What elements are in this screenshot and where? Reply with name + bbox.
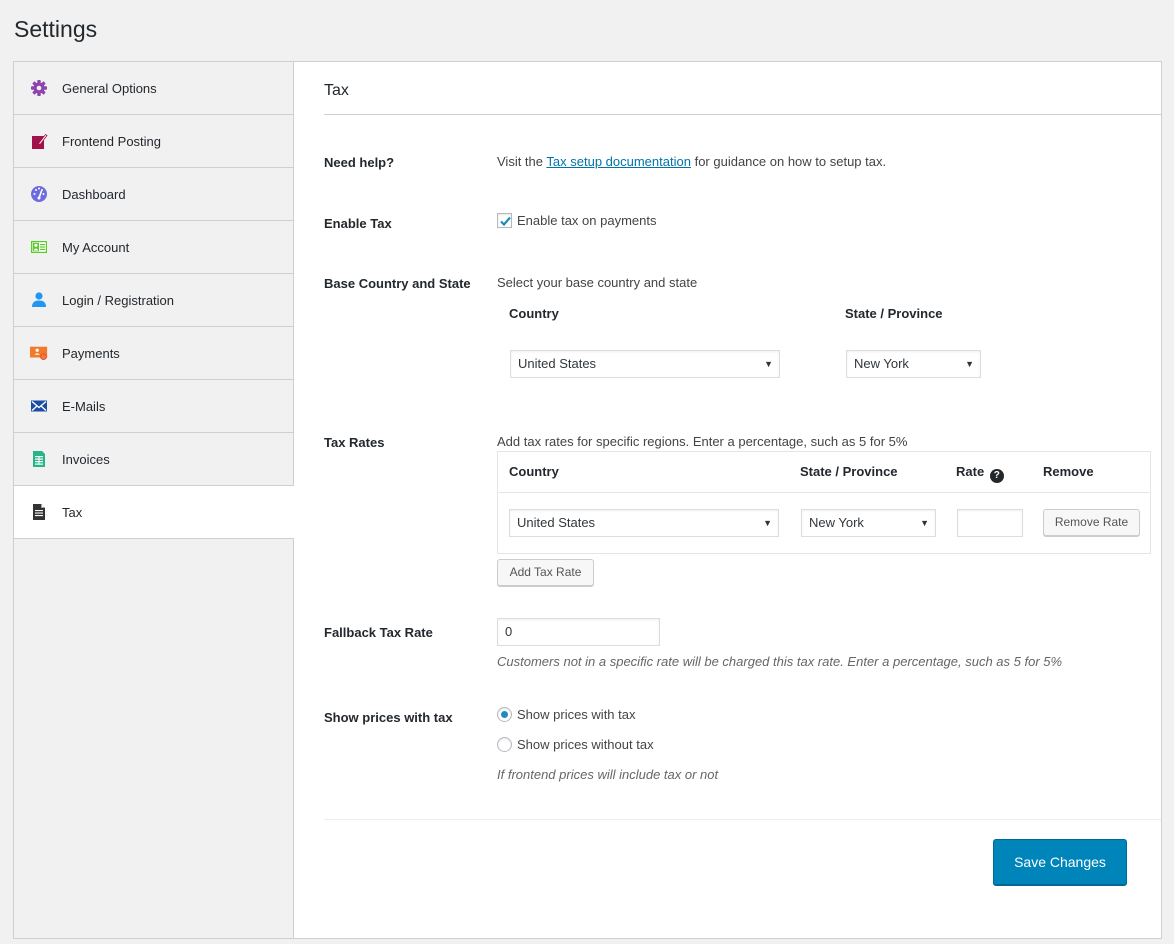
sidebar-item-label: E-Mails: [62, 398, 106, 414]
chevron-down-icon: ▼: [965, 359, 974, 369]
payment-icon: [30, 344, 48, 362]
checkmark-icon: [500, 216, 511, 227]
gear-icon: [30, 79, 48, 97]
tax-setup-documentation-link[interactable]: Tax setup documentation: [546, 154, 691, 169]
user-icon: [30, 291, 48, 309]
sidebar-item-general-options[interactable]: General Options: [14, 62, 293, 115]
rate-input[interactable]: [957, 509, 1023, 537]
need-help-prefix: Visit the: [497, 154, 544, 169]
divider: [324, 114, 1161, 115]
rate-state-value: New York: [809, 515, 864, 530]
sidebar-item-payments[interactable]: Payments: [14, 327, 293, 380]
enable-tax-option[interactable]: Enable tax on payments: [497, 213, 656, 228]
add-tax-rate-button[interactable]: Add Tax Rate: [497, 559, 594, 586]
sidebar-item-label: Dashboard: [62, 186, 126, 202]
show-prices-with-tax-option[interactable]: Show prices with tax: [497, 707, 636, 722]
sidebar-item-label: Payments: [62, 345, 120, 361]
sidebar-item-label: Invoices: [62, 451, 110, 467]
show-prices-without-tax-radio[interactable]: [497, 737, 512, 752]
invoice-icon: [30, 450, 48, 468]
need-help-label: Need help?: [324, 155, 395, 170]
sidebar-item-label: My Account: [62, 239, 130, 255]
fallback-tax-rate-input[interactable]: 0: [497, 618, 660, 646]
chevron-down-icon: ▼: [920, 518, 929, 528]
tax-rates-table: Country State / Province Rate ? Remove U…: [497, 451, 1151, 554]
sidebar-item-dashboard[interactable]: Dashboard: [14, 168, 293, 221]
rate-country-value: United States: [517, 515, 596, 530]
base-country-select[interactable]: United States ▼: [510, 350, 780, 378]
sidebar-item-label: Frontend Posting: [62, 133, 162, 149]
base-country-header: Country: [509, 306, 559, 321]
settings-panel: General Options Frontend Posting Dashboa…: [13, 61, 1162, 939]
base-state-value: New York: [854, 356, 909, 371]
enable-tax-checkbox-label: Enable tax on payments: [517, 213, 657, 228]
section-title: Tax: [324, 82, 349, 99]
column-header-country: Country: [509, 464, 559, 479]
sidebar-item-e-mails[interactable]: E-Mails: [14, 380, 293, 433]
enable-tax-checkbox[interactable]: [497, 213, 512, 228]
base-state-header: State / Province: [845, 306, 943, 321]
base-state-select[interactable]: New York ▼: [846, 350, 981, 378]
rate-header-text: Rate: [956, 464, 985, 479]
tax-rates-label: Tax Rates: [324, 435, 385, 450]
tax-rates-description: Add tax rates for specific regions. Ente…: [497, 434, 908, 449]
help-icon[interactable]: ?: [989, 469, 1004, 483]
show-prices-description: If frontend prices will include tax or n…: [497, 767, 719, 782]
page-title: Settings: [14, 16, 98, 42]
save-changes-button[interactable]: Save Changes: [993, 839, 1127, 885]
need-help-text: Visit the Tax setup documentation for gu…: [497, 154, 886, 169]
remove-rate-button[interactable]: Remove Rate: [1043, 509, 1140, 536]
envelope-icon: [30, 397, 48, 415]
need-help-suffix: for guidance on how to setup tax.: [694, 154, 887, 169]
column-header-state: State / Province: [800, 464, 898, 479]
chevron-down-icon: ▼: [764, 359, 773, 369]
sidebar-item-my-account[interactable]: My Account: [14, 221, 293, 274]
rate-state-select[interactable]: New York ▼: [801, 509, 936, 537]
radio-label: Show prices without tax: [517, 737, 654, 752]
sidebar-item-label: Tax: [62, 504, 83, 520]
id-card-icon: [30, 238, 48, 256]
tax-settings-content: Tax Need help? Visit the Tax setup docum…: [295, 62, 1161, 938]
settings-sidebar: General Options Frontend Posting Dashboa…: [14, 62, 294, 938]
base-country-value: United States: [518, 356, 597, 371]
show-prices-label: Show prices with tax: [324, 710, 453, 725]
base-country-label: Base Country and State: [324, 276, 471, 291]
column-header-rate: Rate ?: [956, 464, 1004, 483]
show-prices-with-tax-radio[interactable]: [497, 707, 512, 722]
sidebar-item-label: General Options: [62, 80, 157, 96]
radio-label: Show prices with tax: [517, 707, 636, 722]
sidebar-item-label: Login / Registration: [62, 292, 175, 308]
divider: [324, 819, 1161, 820]
rate-country-select[interactable]: United States ▼: [509, 509, 779, 537]
dashboard-gauge-icon: [30, 185, 48, 203]
column-header-remove: Remove: [1043, 464, 1094, 479]
document-icon: [30, 503, 48, 521]
edit-post-icon: [30, 132, 48, 150]
enable-tax-label: Enable Tax: [324, 216, 392, 231]
sidebar-item-tax[interactable]: Tax: [14, 486, 294, 539]
chevron-down-icon: ▼: [763, 518, 772, 528]
sidebar-item-frontend-posting[interactable]: Frontend Posting: [14, 115, 293, 168]
show-prices-without-tax-option[interactable]: Show prices without tax: [497, 737, 654, 752]
fallback-tax-rate-description: Customers not in a specific rate will be…: [497, 654, 1063, 669]
fallback-tax-rate-label: Fallback Tax Rate: [324, 625, 433, 640]
base-country-description: Select your base country and state: [497, 275, 698, 290]
sidebar-item-invoices[interactable]: Invoices: [14, 433, 293, 486]
sidebar-item-login-registration[interactable]: Login / Registration: [14, 274, 293, 327]
tax-rates-table-header: Country State / Province Rate ? Remove: [498, 452, 1150, 493]
